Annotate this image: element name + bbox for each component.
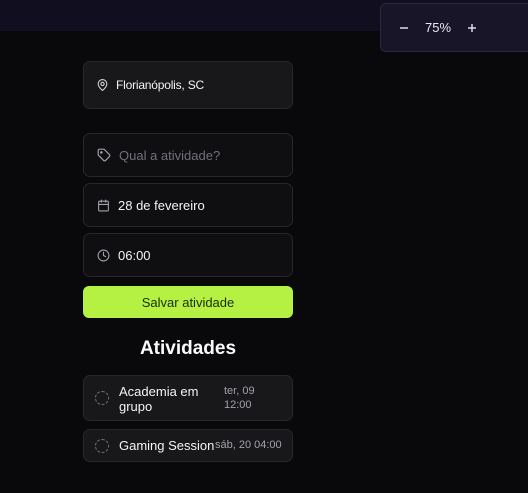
time-value: 06:00: [118, 247, 151, 263]
dashed-circle-icon[interactable]: [95, 391, 109, 405]
location-text: Florianópolis, SC: [116, 78, 204, 92]
clock-icon: [97, 249, 110, 262]
dashed-circle-icon[interactable]: [95, 439, 109, 453]
date-value: 28 de fevereiro: [118, 197, 205, 213]
location-card: Florianópolis, SC: [83, 61, 293, 109]
activity-name: Gaming Session: [119, 438, 215, 453]
zoom-out-button[interactable]: [390, 14, 418, 42]
activity-field[interactable]: Qual a atividade?: [83, 133, 293, 177]
activity-name: Academia em grupo: [119, 384, 199, 414]
save-activity-button[interactable]: Salvar atividade: [83, 286, 293, 318]
zoom-popup: 75%: [380, 3, 528, 52]
activity-datetime: ter, 09 12:00: [224, 385, 255, 411]
activity-datetime: sáb, 20 04:00: [215, 439, 282, 451]
minus-icon: [400, 26, 408, 29]
date-field[interactable]: 28 de fevereiro: [83, 183, 293, 227]
activity-item[interactable]: Gaming Session sáb, 20 04:00: [83, 429, 293, 462]
activity-input-placeholder: Qual a atividade?: [119, 147, 221, 163]
plus-icon: [468, 23, 476, 32]
time-field[interactable]: 06:00: [83, 233, 293, 277]
calendar-icon: [97, 199, 110, 212]
zoom-level: 75%: [424, 20, 452, 35]
activities-title: Atividades: [139, 338, 237, 359]
zoom-in-button[interactable]: [458, 14, 486, 42]
activity-item[interactable]: Academia em grupo ter, 09 12:00: [83, 375, 293, 421]
map-pin-icon: [96, 78, 109, 92]
tag-icon: [97, 148, 111, 162]
